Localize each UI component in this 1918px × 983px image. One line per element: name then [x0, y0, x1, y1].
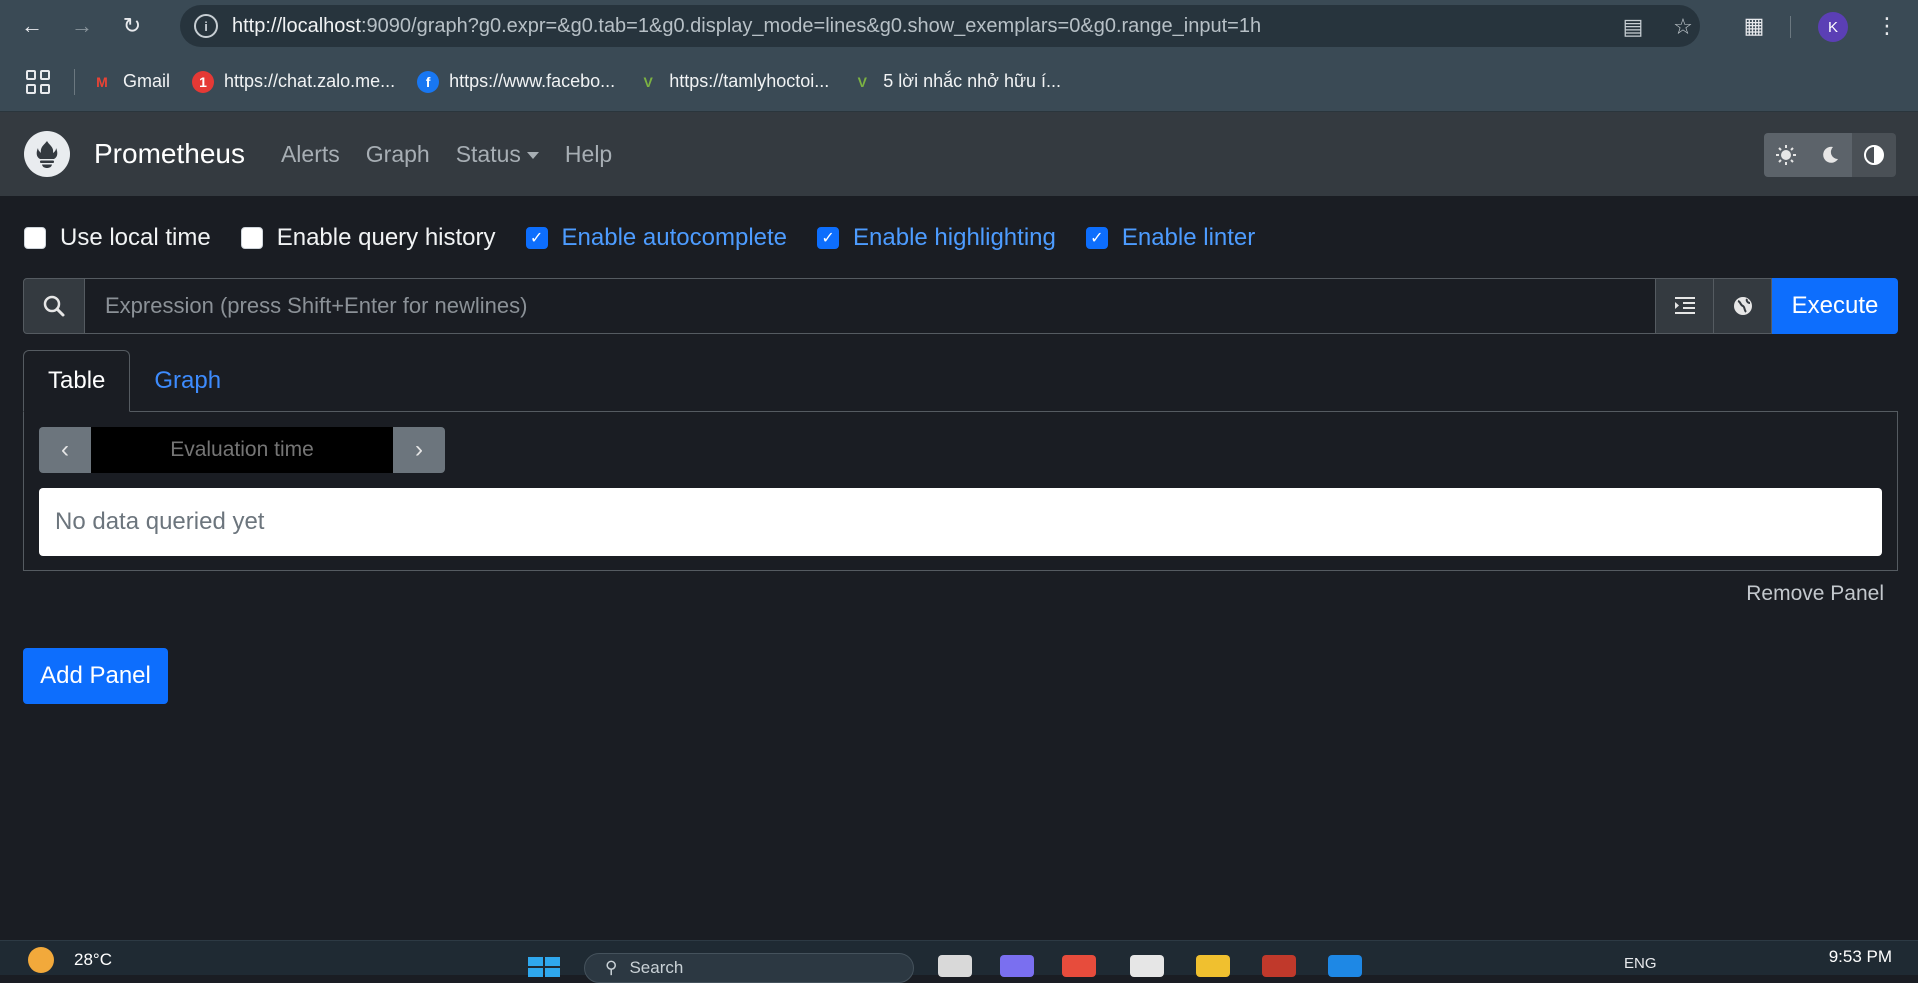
expression-input[interactable] — [85, 278, 1656, 334]
prometheus-navbar: Prometheus Alerts Graph Status Help — [0, 112, 1918, 196]
globe-icon — [1733, 297, 1752, 315]
option-use-local-time[interactable]: Use local time — [24, 224, 211, 252]
bookmark-facebook[interactable]: f https://www.facebo... — [417, 70, 615, 93]
bookmark-gmail[interactable]: M Gmail — [91, 71, 170, 93]
chevron-down-icon — [526, 151, 539, 159]
no-data-alert: No data queried yet — [39, 488, 1882, 556]
zalo-icon: 1 — [192, 70, 215, 93]
eval-time-prev-button[interactable]: ‹ — [39, 427, 91, 473]
bookmarks-divider — [74, 68, 75, 95]
address-bar[interactable]: i http://localhost:9090/graph?g0.expr=&g… — [180, 5, 1700, 47]
auto-theme-button[interactable] — [1852, 133, 1896, 177]
bookmarks-bar: M Gmail 1 https://chat.zalo.me... f http… — [0, 52, 1918, 112]
checkmark-icon: ✓ — [821, 230, 835, 247]
bookmark-zalo[interactable]: 1 https://chat.zalo.me... — [192, 70, 395, 93]
prometheus-logo-icon[interactable] — [24, 131, 70, 177]
chrome-icon[interactable] — [1062, 955, 1096, 977]
reload-button[interactable]: ↻ — [114, 8, 150, 44]
chevron-left-icon: ‹ — [61, 436, 69, 463]
checkmark-icon: ✓ — [1090, 230, 1104, 247]
dark-theme-button[interactable] — [1808, 133, 1852, 177]
taskbar-search[interactable]: ⚲ Search — [584, 953, 914, 983]
search-icon — [23, 278, 85, 334]
execute-button[interactable]: Execute — [1772, 278, 1898, 334]
taskbar-app-icon[interactable] — [1262, 955, 1296, 977]
option-enable-autocomplete[interactable]: ✓ Enable autocomplete — [525, 224, 787, 252]
moon-icon — [1823, 146, 1838, 163]
sun-icon — [1776, 145, 1796, 165]
tab-table[interactable]: Table — [23, 350, 131, 412]
windows-start-icon[interactable] — [528, 957, 560, 977]
os-taskbar: 28°C ⚲ Search ENG 9:53 PM — [0, 940, 1918, 983]
site-info-icon[interactable]: i — [194, 14, 218, 38]
checkbox-enable-autocomplete[interactable]: ✓ — [525, 227, 548, 249]
query-options: Use local time Enable query history ✓ En… — [24, 218, 1285, 258]
option-enable-highlighting[interactable]: ✓ Enable highlighting — [817, 224, 1056, 252]
light-theme-button[interactable] — [1764, 133, 1808, 177]
taskbar-app-icon[interactable] — [1130, 955, 1164, 977]
format-expression-button[interactable] — [1656, 278, 1714, 334]
nav-link-help[interactable]: Help — [565, 141, 612, 168]
option-enable-query-history[interactable]: Enable query history — [240, 224, 496, 252]
site-icon: V — [643, 73, 653, 90]
bookmark-loi-nhac-nho[interactable]: V 5 lời nhắc nhở hữu í... — [851, 71, 1061, 93]
indent-icon — [1674, 297, 1695, 314]
browser-toolbar: ← → ↻ i http://localhost:9090/graph?g0.e… — [0, 0, 1918, 52]
metrics-explorer-button[interactable] — [1714, 278, 1772, 334]
brand-title[interactable]: Prometheus — [94, 138, 245, 170]
eval-time-next-button[interactable]: › — [393, 427, 445, 473]
weather-widget[interactable]: 28°C — [28, 947, 112, 973]
profile-avatar[interactable]: K — [1818, 12, 1848, 42]
nav-link-status[interactable]: Status — [456, 141, 539, 168]
taskbar-clock[interactable]: 9:53 PM — [1829, 947, 1892, 967]
extensions-icon[interactable]: ▦ — [1736, 8, 1772, 44]
checkbox-enable-linter[interactable]: ✓ — [1085, 227, 1108, 249]
theme-toggle-group — [1764, 133, 1896, 177]
forward-button[interactable]: → — [64, 8, 100, 44]
evaluation-time-input[interactable] — [91, 427, 393, 473]
option-enable-linter[interactable]: ✓ Enable linter — [1085, 224, 1255, 252]
table-tab-content: ‹ › No data queried yet — [23, 411, 1898, 571]
checkmark-icon: ✓ — [529, 230, 544, 247]
copilot-icon[interactable] — [1000, 955, 1034, 977]
nav-link-status-label: Status — [455, 140, 521, 167]
checkbox-enable-highlighting[interactable]: ✓ — [817, 227, 840, 249]
site-icon: V — [857, 73, 867, 90]
back-button[interactable]: ← — [14, 8, 50, 44]
search-icon: ⚲ — [605, 958, 618, 977]
translate-icon[interactable]: ▤ — [1620, 14, 1646, 40]
weather-sun-icon — [28, 947, 54, 973]
url-text[interactable]: http://localhost:9090/graph?g0.expr=&g0.… — [232, 15, 1261, 38]
gmail-icon: M — [96, 73, 108, 90]
toolbar-divider — [1790, 16, 1791, 38]
contrast-icon — [1864, 145, 1884, 165]
file-explorer-icon[interactable] — [1196, 955, 1230, 977]
bookmark-star-icon[interactable]: ☆ — [1670, 14, 1696, 40]
apps-grid-icon[interactable] — [26, 69, 50, 94]
remove-panel-link[interactable]: Remove Panel — [1746, 582, 1884, 606]
checkbox-use-local-time[interactable] — [24, 227, 46, 249]
vscode-icon[interactable] — [1328, 955, 1362, 977]
menu-kebab-icon[interactable]: ⋮ — [1872, 8, 1902, 44]
taskbar-app-icon[interactable] — [938, 955, 972, 977]
add-panel-button[interactable]: Add Panel — [23, 648, 168, 704]
nav-link-graph[interactable]: Graph — [366, 141, 430, 168]
panel-tabs: Table Graph — [23, 350, 245, 412]
facebook-icon: f — [417, 70, 440, 93]
checkbox-enable-query-history[interactable] — [240, 227, 263, 249]
tab-graph[interactable]: Graph — [130, 350, 245, 412]
language-indicator[interactable]: ENG — [1624, 955, 1657, 972]
bookmark-tamlyhoctoi[interactable]: V https://tamlyhoctoi... — [637, 71, 830, 93]
chevron-right-icon: › — [415, 436, 423, 463]
evaluation-time-picker: ‹ › — [39, 427, 445, 473]
expression-input-group: Execute — [23, 278, 1898, 334]
nav-link-alerts[interactable]: Alerts — [281, 141, 340, 168]
